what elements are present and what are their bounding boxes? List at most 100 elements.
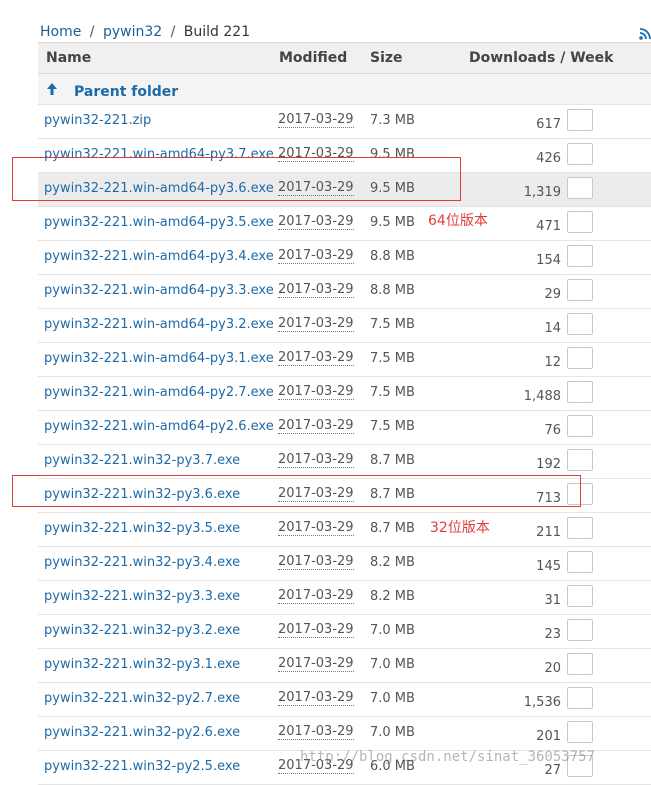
file-modified: 2017-03-29	[278, 622, 354, 638]
table-row[interactable]: pywin32-221.win32-py3.2.exe 2017-03-29 7.0…	[38, 615, 651, 649]
table-row[interactable]: pywin32-221.win-amd64-py3.6.exe 2017-03-2…	[38, 173, 651, 207]
breadcrumb: Home / pywin32 / Build 221	[40, 24, 250, 40]
table-row[interactable]: pywin32-221.win32-py2.6.exe 2017-03-29 7.0…	[38, 717, 651, 751]
file-link[interactable]: pywin32-221.win-amd64-py3.1.exe	[44, 351, 274, 366]
file-downloads: 23	[544, 627, 561, 642]
file-downloads: 145	[536, 559, 561, 574]
file-modified: 2017-03-29	[278, 656, 354, 672]
file-downloads: 1,319	[523, 185, 561, 200]
file-size: 7.5 MB	[370, 351, 415, 366]
file-downloads: 27	[544, 763, 561, 778]
file-downloads: 426	[536, 151, 561, 166]
downloads-sparkline	[567, 517, 593, 539]
table-row[interactable]: pywin32-221.win-amd64-py3.2.exe 2017-03-2…	[38, 309, 651, 343]
breadcrumb-separator: /	[89, 24, 95, 40]
file-downloads: 617	[536, 117, 561, 132]
table-row[interactable]: pywin32-221.win32-py3.5.exe 2017-03-29 8.7…	[38, 513, 651, 547]
file-size: 8.7 MB	[370, 521, 415, 536]
table-row[interactable]: pywin32-221.win32-py3.7.exe 2017-03-29 8.7…	[38, 445, 651, 479]
table-row[interactable]: pywin32-221.win-amd64-py2.6.exe 2017-03-2…	[38, 411, 651, 445]
breadcrumb-pywin32[interactable]: pywin32	[103, 24, 162, 40]
downloads-sparkline	[567, 551, 593, 573]
file-size: 8.7 MB	[370, 453, 415, 468]
file-link[interactable]: pywin32-221.win-amd64-py3.5.exe	[44, 215, 274, 230]
table-row[interactable]: pywin32-221.win32-py3.3.exe 2017-03-29 8.2…	[38, 581, 651, 615]
watermark: http://blog.csdn.net/sinat_36053757	[300, 749, 596, 765]
file-downloads: 211	[536, 525, 561, 540]
file-modified: 2017-03-29	[278, 384, 354, 400]
file-size: 7.5 MB	[370, 317, 415, 332]
annotation-label-32bit: 32位版本	[430, 520, 490, 536]
annotation-label-64bit: 64位版本	[428, 213, 488, 229]
file-downloads: 201	[536, 729, 561, 744]
file-link[interactable]: pywin32-221.win-amd64-py3.6.exe	[44, 181, 274, 196]
table-row[interactable]: pywin32-221.win-amd64-py3.1.exe 2017-03-2…	[38, 343, 651, 377]
table-row[interactable]: pywin32-221.win-amd64-py3.5.exe 2017-03-2…	[38, 207, 651, 241]
downloads-sparkline	[567, 619, 593, 641]
file-link[interactable]: pywin32-221.win-amd64-py3.4.exe	[44, 249, 274, 264]
table-row[interactable]: pywin32-221.win-amd64-py3.7.exe 2017-03-2…	[38, 139, 651, 173]
column-header-name[interactable]: Name	[46, 50, 91, 66]
breadcrumb-home[interactable]: Home	[40, 24, 81, 40]
file-link[interactable]: pywin32-221.win32-py2.6.exe	[44, 725, 240, 740]
file-size: 9.5 MB	[370, 147, 415, 162]
file-downloads: 14	[544, 321, 561, 336]
file-modified: 2017-03-29	[278, 350, 354, 366]
table-row[interactable]: pywin32-221.win32-py3.6.exe 2017-03-29 8.7…	[38, 479, 651, 513]
rss-feed-icon[interactable]	[639, 26, 651, 40]
file-link[interactable]: pywin32-221.win32-py2.5.exe	[44, 759, 240, 774]
file-size: 8.7 MB	[370, 487, 415, 502]
column-header-downloads[interactable]: Downloads / Week	[469, 50, 613, 66]
file-link[interactable]: pywin32-221.win32-py3.7.exe	[44, 453, 240, 468]
downloads-sparkline	[567, 177, 593, 199]
downloads-sparkline	[567, 313, 593, 335]
file-size: 8.2 MB	[370, 555, 415, 570]
file-modified: 2017-03-29	[278, 180, 354, 196]
file-link[interactable]: pywin32-221.win32-py2.7.exe	[44, 691, 240, 706]
file-modified: 2017-03-29	[278, 554, 354, 570]
parent-folder-row[interactable]: Parent folder	[38, 74, 651, 105]
file-rows: pywin32-221.zip 2017-03-29 7.3 MB 617 pywin3…	[38, 105, 651, 785]
file-link[interactable]: pywin32-221.win32-py3.5.exe	[44, 521, 240, 536]
table-row[interactable]: pywin32-221.win32-py3.4.exe 2017-03-29 8.2…	[38, 547, 651, 581]
file-link[interactable]: pywin32-221.win-amd64-py3.7.exe	[44, 147, 274, 162]
file-link[interactable]: pywin32-221.win-amd64-py3.2.exe	[44, 317, 274, 332]
file-downloads: 31	[544, 593, 561, 608]
file-link[interactable]: pywin32-221.win32-py3.4.exe	[44, 555, 240, 570]
column-header-modified[interactable]: Modified	[279, 50, 347, 66]
parent-folder-link[interactable]: Parent folder	[46, 81, 178, 100]
file-size: 9.5 MB	[370, 181, 415, 196]
arrow-up-icon	[46, 81, 60, 100]
downloads-sparkline	[567, 483, 593, 505]
parent-folder-label: Parent folder	[74, 84, 179, 100]
file-downloads: 12	[544, 355, 561, 370]
table-row[interactable]: pywin32-221.win32-py2.7.exe 2017-03-29 7.0…	[38, 683, 651, 717]
table-row[interactable]: pywin32-221.win-amd64-py3.3.exe 2017-03-2…	[38, 275, 651, 309]
file-link[interactable]: pywin32-221.win-amd64-py2.6.exe	[44, 419, 274, 434]
table-row[interactable]: pywin32-221.win-amd64-py2.7.exe 2017-03-2…	[38, 377, 651, 411]
table-row[interactable]: pywin32-221.zip 2017-03-29 7.3 MB 617	[38, 105, 651, 139]
downloads-sparkline	[567, 721, 593, 743]
column-header-size[interactable]: Size	[370, 50, 403, 66]
table-row[interactable]: pywin32-221.win32-py3.1.exe 2017-03-29 7.0…	[38, 649, 651, 683]
file-modified: 2017-03-29	[278, 248, 354, 264]
file-link[interactable]: pywin32-221.win-amd64-py2.7.exe	[44, 385, 274, 400]
downloads-sparkline	[567, 109, 593, 131]
file-downloads: 713	[536, 491, 561, 506]
downloads-sparkline	[567, 347, 593, 369]
file-link[interactable]: pywin32-221.win32-py3.2.exe	[44, 623, 240, 638]
file-size: 9.5 MB	[370, 215, 415, 230]
file-downloads: 20	[544, 661, 561, 676]
file-size: 7.3 MB	[370, 113, 415, 128]
file-link[interactable]: pywin32-221.win-amd64-py3.3.exe	[44, 283, 274, 298]
file-link[interactable]: pywin32-221.zip	[44, 113, 151, 128]
file-link[interactable]: pywin32-221.win32-py3.6.exe	[44, 487, 240, 502]
table-row[interactable]: pywin32-221.win-amd64-py3.4.exe 2017-03-2…	[38, 241, 651, 275]
file-downloads: 471	[536, 219, 561, 234]
file-downloads: 29	[544, 287, 561, 302]
file-size: 7.5 MB	[370, 385, 415, 400]
file-link[interactable]: pywin32-221.win32-py3.1.exe	[44, 657, 240, 672]
file-link[interactable]: pywin32-221.win32-py3.3.exe	[44, 589, 240, 604]
file-modified: 2017-03-29	[278, 520, 354, 536]
file-size: 7.0 MB	[370, 691, 415, 706]
